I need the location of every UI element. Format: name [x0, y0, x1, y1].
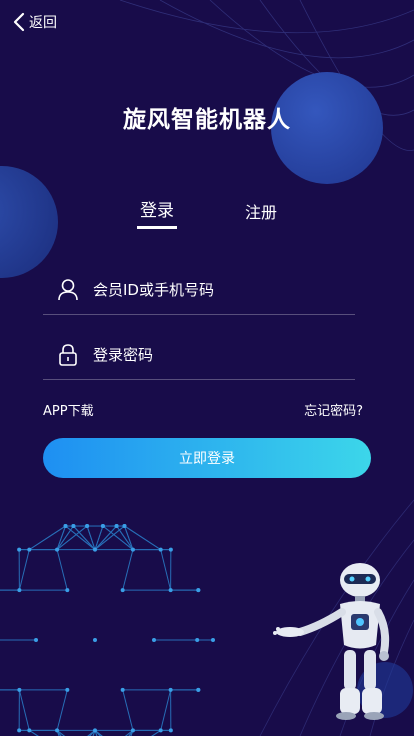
lock-icon [59, 344, 77, 366]
username-field [43, 270, 355, 315]
username-input[interactable] [93, 276, 343, 304]
back-button[interactable]: 返回 [12, 12, 57, 32]
tab-login[interactable]: 登录 [137, 196, 177, 221]
user-icon [58, 279, 78, 301]
app-title: 旋风智能机器人 [123, 106, 291, 133]
robot-illustration [273, 563, 413, 720]
password-input[interactable] [93, 341, 343, 369]
auth-tabs: 登录 注册 [0, 196, 414, 236]
tab-active-indicator [137, 226, 177, 229]
auth-links: APP下载 忘记密码? [43, 400, 363, 420]
app-download-link[interactable]: APP下载 [43, 400, 94, 419]
forgot-password-link[interactable]: 忘记密码? [304, 400, 363, 419]
tab-register[interactable]: 注册 [244, 199, 278, 223]
password-field [43, 335, 355, 380]
chevron-left-icon [13, 12, 25, 32]
network-globe [0, 525, 213, 736]
back-label: 返回 [29, 15, 57, 31]
login-button[interactable]: 立即登录 [43, 438, 371, 478]
